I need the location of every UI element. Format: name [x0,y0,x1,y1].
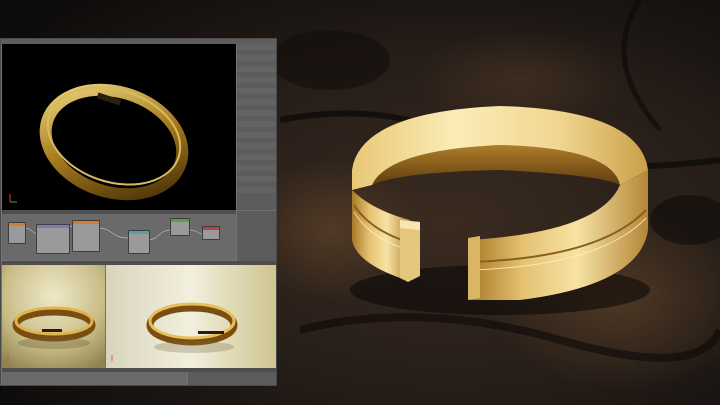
node-material-output[interactable] [202,226,220,240]
node-glossy-bsdf[interactable] [170,218,190,236]
node-color-ramp[interactable] [128,230,150,254]
node-texture-coordinate[interactable] [8,222,26,244]
node-image-texture[interactable] [72,220,100,252]
properties-panel[interactable] [237,211,276,262]
3d-viewport[interactable] [2,44,236,210]
node-editor-secondary[interactable] [2,372,187,386]
outliner-secondary[interactable] [188,372,276,386]
node-links-secondary [2,372,187,386]
properties-row[interactable] [237,253,276,259]
node-editor[interactable] [2,214,236,260]
viewport-header [2,44,236,50]
axis-gizmo-icon [9,194,17,203]
outliner-row[interactable] [237,193,276,199]
outliner-panel[interactable] [237,44,276,210]
node-mapping[interactable] [36,224,70,254]
viewport-ring-preview [9,83,189,203]
render-preview-close [2,265,105,369]
blender-screenshot-panel [0,38,277,386]
render-preview-wide [106,265,276,369]
outliner2-row[interactable] [188,385,276,386]
screen [0,0,720,405]
